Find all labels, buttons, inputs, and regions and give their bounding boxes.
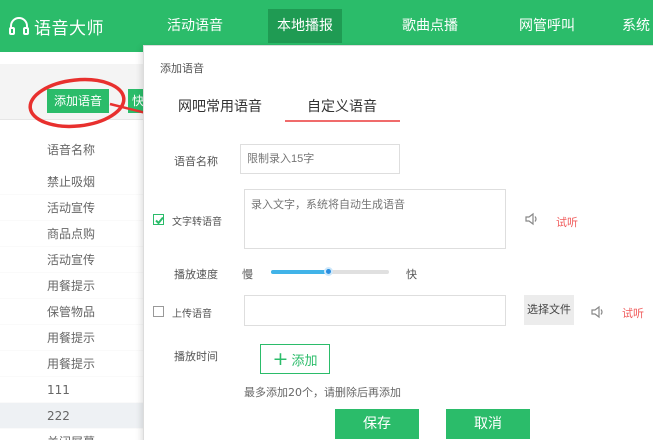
voice-list-header: 语音名称 bbox=[47, 143, 96, 157]
play-time-label: 播放时间 bbox=[174, 350, 218, 363]
add-voice-button[interactable]: 添加语音 bbox=[47, 89, 109, 113]
list-item[interactable]: 关闭屏幕 bbox=[0, 429, 143, 440]
active-tab-indicator bbox=[285, 120, 400, 122]
voice-list: 禁止吸烟活动宣传商品点购活动宣传用餐提示保管物品用餐提示用餐提示111222关闭… bbox=[0, 169, 143, 440]
upload-listen-link[interactable]: 试听 bbox=[622, 305, 644, 321]
speed-slow-label: 慢 bbox=[242, 268, 253, 281]
list-item[interactable]: 用餐提示 bbox=[0, 325, 143, 351]
tts-text-input[interactable] bbox=[244, 189, 506, 249]
upload-checkbox[interactable] bbox=[153, 306, 164, 317]
speed-label: 播放速度 bbox=[174, 268, 218, 281]
add-play-time-label: 添加 bbox=[291, 353, 318, 369]
add-play-time-button[interactable]: + 添加 bbox=[260, 344, 330, 374]
headphones-icon bbox=[8, 15, 30, 37]
brand: 语音大师 bbox=[8, 0, 104, 52]
list-item[interactable]: 活动宣传 bbox=[0, 195, 143, 221]
add-voice-dialog: 添加语音 网吧常用语音 自定义语音 语音名称 文字转语音 试听 播放速度 慢 快… bbox=[143, 45, 653, 440]
nav-tab-local-broadcast[interactable]: 本地播报 bbox=[268, 9, 342, 43]
tts-listen-link[interactable]: 试听 bbox=[556, 214, 578, 230]
speed-slider-handle[interactable] bbox=[324, 267, 333, 276]
tab-common-voices[interactable]: 网吧常用语音 bbox=[178, 96, 262, 116]
list-item[interactable]: 保管物品 bbox=[0, 299, 143, 325]
voice-name-input[interactable] bbox=[240, 144, 400, 174]
app-name: 语音大师 bbox=[34, 18, 104, 39]
list-item[interactable]: 222 bbox=[0, 403, 143, 429]
list-item[interactable]: 商品点购 bbox=[0, 221, 143, 247]
choose-file-button[interactable]: 选择文件 bbox=[524, 295, 574, 325]
speed-fast-label: 快 bbox=[406, 268, 417, 281]
upload-speaker-icon[interactable] bbox=[590, 305, 606, 322]
checkmark-icon bbox=[155, 216, 164, 225]
upload-label: 上传语音 bbox=[172, 309, 212, 320]
tts-checkbox[interactable] bbox=[153, 214, 164, 225]
speaker-icon[interactable] bbox=[524, 212, 540, 229]
nav-tab-song-request[interactable]: 歌曲点播 bbox=[388, 9, 472, 43]
nav-tab-system[interactable]: 系统 bbox=[622, 9, 653, 43]
list-item[interactable]: 用餐提示 bbox=[0, 351, 143, 377]
list-item[interactable]: 活动宣传 bbox=[0, 247, 143, 273]
speed-slider-fill bbox=[271, 270, 330, 274]
plus-icon: + bbox=[272, 347, 289, 370]
nav-tab-activity-voice[interactable]: 活动语音 bbox=[153, 9, 237, 43]
upload-file-path[interactable] bbox=[244, 295, 506, 326]
dialog-title: 添加语音 bbox=[160, 62, 204, 75]
list-item[interactable]: 禁止吸烟 bbox=[0, 169, 143, 195]
save-button[interactable]: 保存 bbox=[335, 409, 419, 439]
voice-name-label: 语音名称 bbox=[174, 155, 218, 168]
add-limit-hint: 最多添加20个，请删除后再添加 bbox=[244, 386, 401, 399]
cancel-button[interactable]: 取消 bbox=[446, 409, 530, 439]
list-item[interactable]: 111 bbox=[0, 377, 143, 403]
tab-custom-voice[interactable]: 自定义语音 bbox=[307, 96, 377, 116]
nav-tab-admin-call[interactable]: 网管呼叫 bbox=[505, 9, 589, 43]
list-item[interactable]: 用餐提示 bbox=[0, 273, 143, 299]
tts-label: 文字转语音 bbox=[172, 217, 222, 228]
